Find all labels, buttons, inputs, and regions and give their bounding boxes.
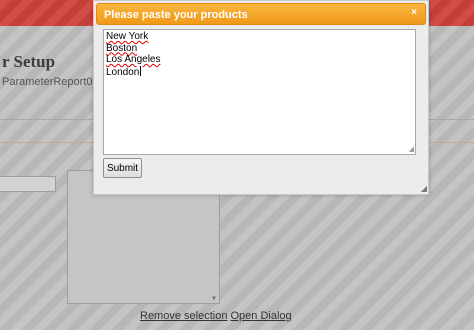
page-title: r Setup [2,52,56,71]
textarea-line: Boston [106,43,413,55]
textarea-line-text: Boston [106,42,138,54]
textarea-resize-icon[interactable]: ◢ [409,146,414,153]
dialog-resize-icon[interactable]: ◢ [421,185,427,193]
background-links: Remove selection Open Dialog [140,310,292,322]
paste-products-dialog: Please paste your products × New York Bo… [93,0,429,195]
textarea-line-text: Los Angeles [106,54,161,65]
textarea-line: Los Angeles [106,54,413,66]
background-input[interactable] [0,176,56,192]
textarea-line: New York [106,31,413,43]
dialog-header[interactable]: Please paste your products × [96,3,426,25]
scroll-down-icon[interactable]: ▼ [211,296,217,302]
remove-selection-link[interactable]: Remove selection [140,310,227,322]
page-subtitle: ParameterReport01 [2,76,99,88]
submit-button[interactable]: Submit [103,158,142,178]
dialog-title: Please paste your products [104,9,248,21]
textarea-line-text: London [106,66,140,78]
textarea-line: London [106,65,413,79]
textarea-line-text: New York [106,31,149,42]
open-dialog-link[interactable]: Open Dialog [231,310,292,322]
close-icon[interactable]: × [408,7,420,19]
text-caret [140,65,142,76]
products-textarea[interactable]: New York Boston Los Angeles London ◢ [103,29,416,155]
